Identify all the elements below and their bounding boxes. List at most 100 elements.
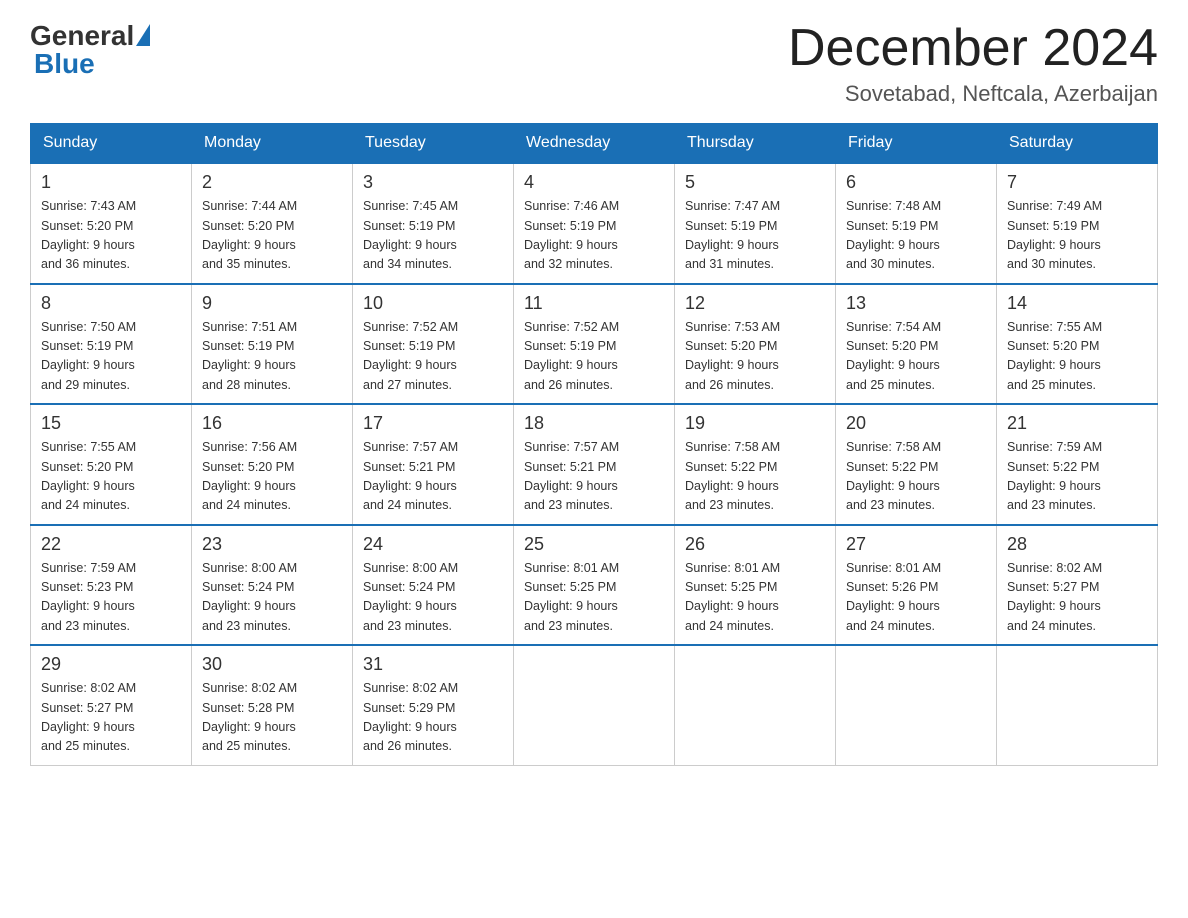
day-info: Sunrise: 7:59 AM Sunset: 5:22 PM Dayligh… [1007, 438, 1147, 516]
day-info: Sunrise: 7:52 AM Sunset: 5:19 PM Dayligh… [363, 318, 503, 396]
day-number: 20 [846, 413, 986, 434]
calendar-table: SundayMondayTuesdayWednesdayThursdayFrid… [30, 123, 1158, 766]
day-number: 21 [1007, 413, 1147, 434]
day-number: 9 [202, 293, 342, 314]
calendar-day-cell: 10 Sunrise: 7:52 AM Sunset: 5:19 PM Dayl… [353, 284, 514, 405]
calendar-day-cell: 11 Sunrise: 7:52 AM Sunset: 5:19 PM Dayl… [514, 284, 675, 405]
calendar-day-cell: 30 Sunrise: 8:02 AM Sunset: 5:28 PM Dayl… [192, 645, 353, 765]
day-info: Sunrise: 7:52 AM Sunset: 5:19 PM Dayligh… [524, 318, 664, 396]
weekday-header-row: SundayMondayTuesdayWednesdayThursdayFrid… [31, 124, 1158, 164]
calendar-day-cell: 4 Sunrise: 7:46 AM Sunset: 5:19 PM Dayli… [514, 163, 675, 284]
day-number: 2 [202, 172, 342, 193]
calendar-day-cell: 18 Sunrise: 7:57 AM Sunset: 5:21 PM Dayl… [514, 404, 675, 525]
day-info: Sunrise: 8:00 AM Sunset: 5:24 PM Dayligh… [363, 559, 503, 637]
month-title: December 2024 [788, 20, 1158, 77]
day-info: Sunrise: 7:53 AM Sunset: 5:20 PM Dayligh… [685, 318, 825, 396]
day-number: 18 [524, 413, 664, 434]
calendar-day-cell: 12 Sunrise: 7:53 AM Sunset: 5:20 PM Dayl… [675, 284, 836, 405]
calendar-week-row: 22 Sunrise: 7:59 AM Sunset: 5:23 PM Dayl… [31, 525, 1158, 646]
logo-blue-text: Blue [34, 48, 95, 79]
day-info: Sunrise: 7:46 AM Sunset: 5:19 PM Dayligh… [524, 197, 664, 275]
weekday-header-friday: Friday [836, 124, 997, 164]
calendar-day-cell [836, 645, 997, 765]
calendar-day-cell: 3 Sunrise: 7:45 AM Sunset: 5:19 PM Dayli… [353, 163, 514, 284]
calendar-day-cell: 1 Sunrise: 7:43 AM Sunset: 5:20 PM Dayli… [31, 163, 192, 284]
day-info: Sunrise: 7:50 AM Sunset: 5:19 PM Dayligh… [41, 318, 181, 396]
day-info: Sunrise: 7:51 AM Sunset: 5:19 PM Dayligh… [202, 318, 342, 396]
page-header: General Blue December 2024 Sovetabad, Ne… [30, 20, 1158, 107]
day-number: 11 [524, 293, 664, 314]
calendar-day-cell: 9 Sunrise: 7:51 AM Sunset: 5:19 PM Dayli… [192, 284, 353, 405]
calendar-day-cell: 7 Sunrise: 7:49 AM Sunset: 5:19 PM Dayli… [997, 163, 1158, 284]
calendar-day-cell: 15 Sunrise: 7:55 AM Sunset: 5:20 PM Dayl… [31, 404, 192, 525]
calendar-day-cell: 22 Sunrise: 7:59 AM Sunset: 5:23 PM Dayl… [31, 525, 192, 646]
calendar-day-cell: 29 Sunrise: 8:02 AM Sunset: 5:27 PM Dayl… [31, 645, 192, 765]
day-number: 5 [685, 172, 825, 193]
day-number: 16 [202, 413, 342, 434]
day-number: 29 [41, 654, 181, 675]
day-number: 19 [685, 413, 825, 434]
day-info: Sunrise: 8:02 AM Sunset: 5:28 PM Dayligh… [202, 679, 342, 757]
calendar-week-row: 1 Sunrise: 7:43 AM Sunset: 5:20 PM Dayli… [31, 163, 1158, 284]
day-info: Sunrise: 8:02 AM Sunset: 5:27 PM Dayligh… [1007, 559, 1147, 637]
day-number: 15 [41, 413, 181, 434]
calendar-day-cell: 14 Sunrise: 7:55 AM Sunset: 5:20 PM Dayl… [997, 284, 1158, 405]
day-info: Sunrise: 8:01 AM Sunset: 5:25 PM Dayligh… [685, 559, 825, 637]
calendar-day-cell: 17 Sunrise: 7:57 AM Sunset: 5:21 PM Dayl… [353, 404, 514, 525]
weekday-header-tuesday: Tuesday [353, 124, 514, 164]
day-info: Sunrise: 8:01 AM Sunset: 5:26 PM Dayligh… [846, 559, 986, 637]
day-number: 30 [202, 654, 342, 675]
calendar-day-cell: 27 Sunrise: 8:01 AM Sunset: 5:26 PM Dayl… [836, 525, 997, 646]
day-info: Sunrise: 7:44 AM Sunset: 5:20 PM Dayligh… [202, 197, 342, 275]
day-info: Sunrise: 7:57 AM Sunset: 5:21 PM Dayligh… [524, 438, 664, 516]
calendar-day-cell: 24 Sunrise: 8:00 AM Sunset: 5:24 PM Dayl… [353, 525, 514, 646]
day-info: Sunrise: 8:00 AM Sunset: 5:24 PM Dayligh… [202, 559, 342, 637]
calendar-day-cell: 28 Sunrise: 8:02 AM Sunset: 5:27 PM Dayl… [997, 525, 1158, 646]
day-number: 28 [1007, 534, 1147, 555]
calendar-day-cell: 21 Sunrise: 7:59 AM Sunset: 5:22 PM Dayl… [997, 404, 1158, 525]
day-info: Sunrise: 7:48 AM Sunset: 5:19 PM Dayligh… [846, 197, 986, 275]
logo-triangle-icon [136, 24, 150, 46]
day-info: Sunrise: 7:56 AM Sunset: 5:20 PM Dayligh… [202, 438, 342, 516]
title-area: December 2024 Sovetabad, Neftcala, Azerb… [788, 20, 1158, 107]
calendar-week-row: 8 Sunrise: 7:50 AM Sunset: 5:19 PM Dayli… [31, 284, 1158, 405]
day-number: 8 [41, 293, 181, 314]
day-number: 12 [685, 293, 825, 314]
day-number: 24 [363, 534, 503, 555]
weekday-header-saturday: Saturday [997, 124, 1158, 164]
day-number: 7 [1007, 172, 1147, 193]
day-number: 17 [363, 413, 503, 434]
calendar-day-cell: 20 Sunrise: 7:58 AM Sunset: 5:22 PM Dayl… [836, 404, 997, 525]
calendar-day-cell: 8 Sunrise: 7:50 AM Sunset: 5:19 PM Dayli… [31, 284, 192, 405]
calendar-day-cell [675, 645, 836, 765]
calendar-week-row: 15 Sunrise: 7:55 AM Sunset: 5:20 PM Dayl… [31, 404, 1158, 525]
day-info: Sunrise: 7:55 AM Sunset: 5:20 PM Dayligh… [1007, 318, 1147, 396]
logo: General Blue [30, 20, 150, 80]
calendar-day-cell: 26 Sunrise: 8:01 AM Sunset: 5:25 PM Dayl… [675, 525, 836, 646]
day-number: 3 [363, 172, 503, 193]
calendar-day-cell: 2 Sunrise: 7:44 AM Sunset: 5:20 PM Dayli… [192, 163, 353, 284]
day-info: Sunrise: 7:57 AM Sunset: 5:21 PM Dayligh… [363, 438, 503, 516]
day-info: Sunrise: 7:59 AM Sunset: 5:23 PM Dayligh… [41, 559, 181, 637]
calendar-day-cell: 31 Sunrise: 8:02 AM Sunset: 5:29 PM Dayl… [353, 645, 514, 765]
calendar-day-cell: 6 Sunrise: 7:48 AM Sunset: 5:19 PM Dayli… [836, 163, 997, 284]
day-info: Sunrise: 7:47 AM Sunset: 5:19 PM Dayligh… [685, 197, 825, 275]
day-number: 27 [846, 534, 986, 555]
weekday-header-thursday: Thursday [675, 124, 836, 164]
calendar-day-cell: 23 Sunrise: 8:00 AM Sunset: 5:24 PM Dayl… [192, 525, 353, 646]
calendar-day-cell [997, 645, 1158, 765]
day-info: Sunrise: 7:43 AM Sunset: 5:20 PM Dayligh… [41, 197, 181, 275]
day-info: Sunrise: 8:02 AM Sunset: 5:29 PM Dayligh… [363, 679, 503, 757]
calendar-day-cell: 16 Sunrise: 7:56 AM Sunset: 5:20 PM Dayl… [192, 404, 353, 525]
weekday-header-sunday: Sunday [31, 124, 192, 164]
day-info: Sunrise: 8:02 AM Sunset: 5:27 PM Dayligh… [41, 679, 181, 757]
day-info: Sunrise: 8:01 AM Sunset: 5:25 PM Dayligh… [524, 559, 664, 637]
calendar-day-cell: 25 Sunrise: 8:01 AM Sunset: 5:25 PM Dayl… [514, 525, 675, 646]
day-number: 22 [41, 534, 181, 555]
day-number: 13 [846, 293, 986, 314]
weekday-header-monday: Monday [192, 124, 353, 164]
weekday-header-wednesday: Wednesday [514, 124, 675, 164]
day-info: Sunrise: 7:49 AM Sunset: 5:19 PM Dayligh… [1007, 197, 1147, 275]
day-number: 14 [1007, 293, 1147, 314]
day-number: 26 [685, 534, 825, 555]
